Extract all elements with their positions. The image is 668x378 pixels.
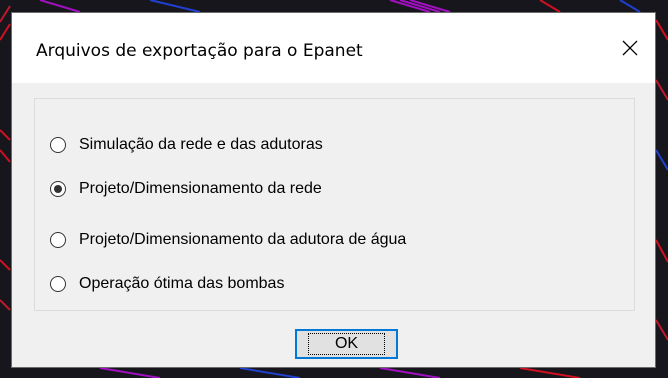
option-label: Projeto/Dimensionamento da rede — [79, 180, 322, 197]
dialog-titlebar: Arquivos de exportação para o Epanet — [12, 13, 655, 83]
option-label: Simulação da rede e das adutoras — [79, 136, 323, 153]
ok-button-label: OK — [307, 333, 386, 355]
option-operacao-bombas[interactable]: Operação ótima das bombas — [50, 271, 284, 297]
close-button[interactable] — [605, 13, 655, 83]
option-label: Projeto/Dimensionamento da adutora de ág… — [79, 231, 407, 248]
radio-button[interactable] — [50, 276, 66, 292]
radio-selected-dot — [54, 185, 62, 193]
option-simulacao[interactable]: Simulação da rede e das adutoras — [50, 132, 323, 158]
option-projeto-adutora[interactable]: Projeto/Dimensionamento da adutora de ág… — [50, 227, 406, 253]
close-icon — [622, 40, 638, 56]
export-dialog: Arquivos de exportação para o Epanet Sim… — [11, 12, 656, 368]
option-projeto-rede[interactable]: Projeto/Dimensionamento da rede — [50, 176, 322, 202]
radio-button-selected[interactable] — [50, 181, 66, 197]
radio-button[interactable] — [50, 137, 66, 153]
radio-button[interactable] — [50, 232, 66, 248]
ok-button[interactable]: OK — [295, 329, 398, 359]
option-label: Operação ótima das bombas — [79, 275, 285, 292]
dialog-title: Arquivos de exportação para o Epanet — [36, 41, 363, 61]
